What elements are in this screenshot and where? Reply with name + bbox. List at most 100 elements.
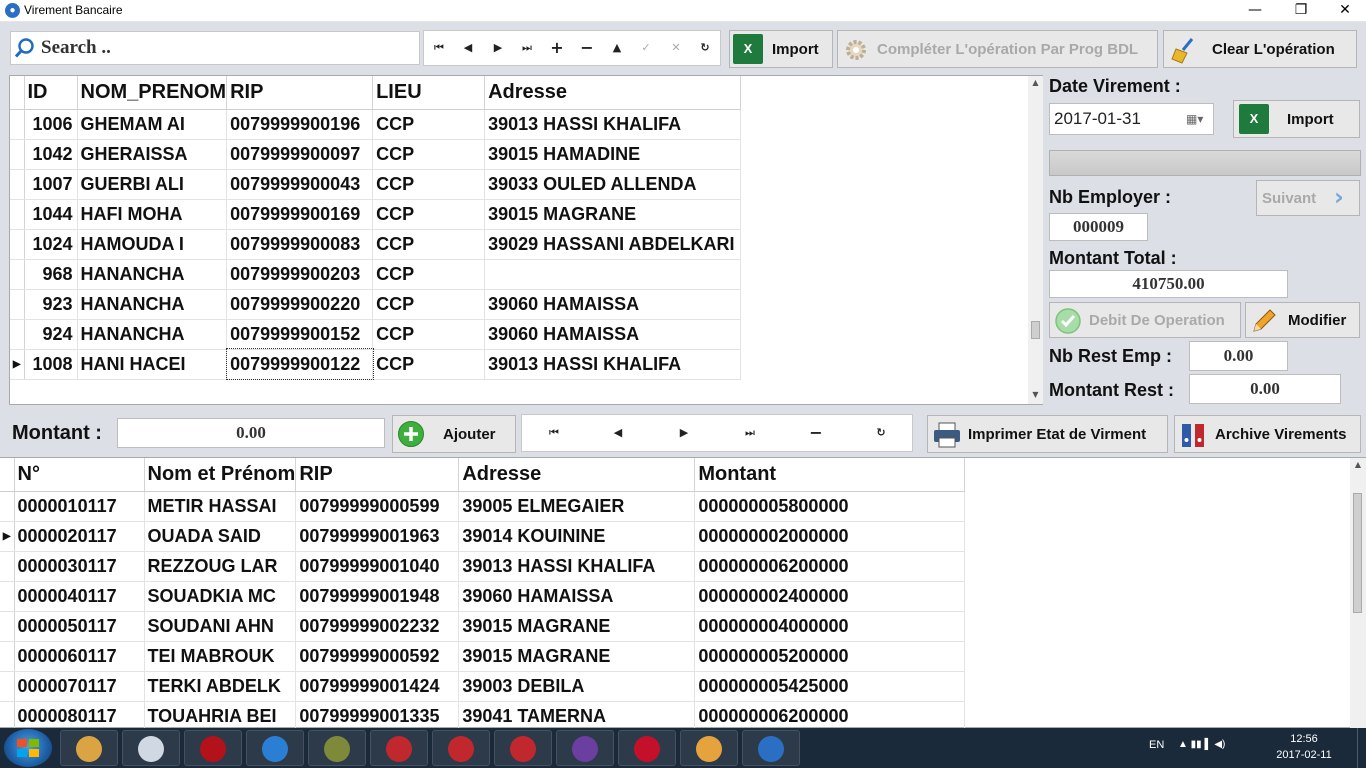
table-row[interactable]: 0000070117 TERKI ABDELK 00799999001424 3900… xyxy=(0,671,966,702)
calendar-icon[interactable]: ▦▾ xyxy=(1186,104,1203,134)
taskbar-app-paint[interactable] xyxy=(680,730,738,766)
cell-montant[interactable]: 000000004000000 xyxy=(694,611,966,642)
cell-rip[interactable]: 00799999001963 xyxy=(295,521,460,552)
cell-id[interactable]: 1008 xyxy=(24,349,78,380)
scroll-thumb[interactable] xyxy=(1031,321,1040,339)
row-header[interactable] xyxy=(0,611,15,642)
imprimer-button[interactable]: Imprimer Etat de Virment xyxy=(927,415,1168,453)
scroll-up-arrow[interactable]: ▲ xyxy=(1028,78,1043,87)
table-row[interactable]: 1024 HAMOUDA I 0079999900083 CCP 39029 HASSA… xyxy=(10,229,742,260)
table-row[interactable]: 1044 HAFI MOHA 0079999900169 CCP 39015 MAGRA… xyxy=(10,199,742,230)
cell-rip[interactable]: 0079999900169 xyxy=(226,199,374,230)
cell-adresse[interactable]: 39060 HAMAISSA xyxy=(484,289,742,320)
row-header[interactable]: ▶ xyxy=(10,349,25,380)
search-input[interactable] xyxy=(41,35,411,61)
scroll-thumb[interactable] xyxy=(1353,493,1362,613)
cell-rip[interactable]: 00799999000599 xyxy=(295,491,460,522)
column-header-rip[interactable]: RIP xyxy=(226,76,374,110)
row-header[interactable] xyxy=(0,491,15,522)
column-header-id[interactable]: ID xyxy=(24,76,78,110)
row-header[interactable] xyxy=(0,701,15,732)
taskbar-app-paint-tool[interactable] xyxy=(122,730,180,766)
montant-input[interactable]: 0.00 xyxy=(117,418,385,448)
close-button[interactable]: ✕ xyxy=(1322,0,1366,22)
delete-record-button[interactable]: − xyxy=(576,37,598,59)
cell-adresse[interactable]: 39013 HASSI KHALIFA xyxy=(484,349,742,380)
table-row[interactable]: 1006 GHEMAM AI 0079999900196 CCP 39013 HASSI… xyxy=(10,109,742,140)
row-header[interactable] xyxy=(0,641,15,672)
cell-id[interactable]: 1024 xyxy=(24,229,78,260)
cell-lieu[interactable]: CCP xyxy=(372,169,486,200)
cell-rip[interactable]: 0079999900196 xyxy=(226,109,374,140)
cell-id[interactable]: 1007 xyxy=(24,169,78,200)
cell-lieu[interactable]: CCP xyxy=(372,319,486,350)
employee-grid-scrollbar[interactable]: ▲ ▼ xyxy=(1028,76,1043,404)
cell-adresse[interactable]: 39015 MAGRANE xyxy=(458,641,696,672)
cell-montant[interactable]: 000000005425000 xyxy=(694,671,966,702)
table-row[interactable]: 0000080117 TOUAHRIA BEI 00799999001335 3904… xyxy=(0,701,966,732)
taskbar-app-internet-explorer[interactable] xyxy=(246,730,304,766)
cell-adresse[interactable]: 39003 DEBILA xyxy=(458,671,696,702)
complete-operation-button[interactable]: Compléter L'opération Par Prog BDL xyxy=(837,30,1158,68)
next-record-button[interactable]: ▶ xyxy=(487,37,509,59)
cell-n[interactable]: 0000040117 xyxy=(14,581,145,612)
add-record-button[interactable]: + xyxy=(546,37,568,59)
row-header[interactable] xyxy=(0,671,15,702)
cell-adresse[interactable]: 39015 HAMADINE xyxy=(484,139,742,170)
cell-adresse[interactable]: 39014 KOUININE xyxy=(458,521,696,552)
date-virement-picker[interactable]: 2017-01-31 ▦▾ xyxy=(1049,103,1214,135)
cell-rip[interactable]: 00799999001424 xyxy=(295,671,460,702)
cell-nom[interactable]: HANI HACEI xyxy=(77,349,228,380)
cell-montant[interactable]: 000000002400000 xyxy=(694,581,966,612)
cell-montant[interactable]: 000000005200000 xyxy=(694,641,966,672)
cell-lieu[interactable]: CCP xyxy=(372,139,486,170)
table-row[interactable]: 968 HANANCHA 0079999900203 CCP xyxy=(10,259,742,290)
taskbar-app-bank-app-2[interactable] xyxy=(432,730,490,766)
table-row[interactable]: 0000010117 METIR HASSAI 00799999000599 3900… xyxy=(0,491,966,522)
row-header[interactable] xyxy=(0,581,15,612)
cell-rip[interactable]: 0079999900122 xyxy=(225,348,374,380)
column-header-rip[interactable]: RIP xyxy=(295,458,460,492)
cell-nom[interactable]: OUADA SAID xyxy=(144,521,297,552)
cell-n[interactable]: 0000070117 xyxy=(14,671,145,702)
table-row[interactable]: 0000040117 SOUADKIA MC 00799999001948 39060… xyxy=(0,581,966,612)
scroll-up-arrow[interactable]: ▲ xyxy=(1350,460,1366,469)
row-header[interactable]: ▶ xyxy=(0,521,15,552)
cell-nom[interactable]: HANANCHA xyxy=(77,319,228,350)
taskbar-app-virement-app[interactable] xyxy=(742,730,800,766)
archive-button[interactable]: Archive Virements xyxy=(1174,415,1361,453)
cell-id[interactable]: 923 xyxy=(24,289,78,320)
cell-n[interactable]: 0000060117 xyxy=(14,641,145,672)
cell-rip[interactable]: 00799999001040 xyxy=(295,551,460,582)
cell-nom[interactable]: TOUAHRIA BEI xyxy=(144,701,297,732)
import-button[interactable]: X Import xyxy=(729,30,833,68)
row-header[interactable] xyxy=(10,319,25,350)
ajouter-button[interactable]: Ajouter xyxy=(392,415,516,453)
table-row[interactable]: 923 HANANCHA 0079999900220 CCP 39060 HAMAISS… xyxy=(10,289,742,320)
table-row[interactable]: ▶ 0000020117 OUADA SAID 00799999001963 39014… xyxy=(0,521,966,552)
cell-nom[interactable]: HANANCHA xyxy=(77,259,228,290)
cell-adresse[interactable]: 39005 ELMEGAIER xyxy=(458,491,696,522)
cell-id[interactable]: 1042 xyxy=(24,139,78,170)
cell-lieu[interactable]: CCP xyxy=(372,109,486,140)
debit-operation-button[interactable]: Debit De Operation xyxy=(1049,302,1241,338)
cell-adresse[interactable]: 39033 OULED ALLENDA xyxy=(484,169,742,200)
taskbar-app-rx-app[interactable] xyxy=(494,730,552,766)
search-box[interactable] xyxy=(10,31,420,65)
prev-record-button[interactable]: ◀ xyxy=(457,37,479,59)
cell-lieu[interactable]: CCP xyxy=(372,289,486,320)
table-row[interactable]: 0000030117 REZZOUG LAR 00799999001040 39013… xyxy=(0,551,966,582)
taskbar-app-explorer[interactable] xyxy=(60,730,118,766)
cell-adresse[interactable]: 39029 HASSANI ABDELKARI xyxy=(484,229,742,260)
cell-montant[interactable]: 000000006200000 xyxy=(694,701,966,732)
taskbar-app-tools[interactable] xyxy=(308,730,366,766)
cell-rip[interactable]: 0079999900220 xyxy=(226,289,374,320)
cell-nom[interactable]: TERKI ABDELK xyxy=(144,671,297,702)
cell-nom[interactable]: GHERAISSA xyxy=(77,139,228,170)
column-header-adresse[interactable]: Adresse xyxy=(458,458,696,492)
cell-adresse[interactable]: 39015 MAGRANE xyxy=(484,199,742,230)
taskbar-app-bank-app[interactable] xyxy=(370,730,428,766)
row-header[interactable] xyxy=(10,139,25,170)
cell-lieu[interactable]: CCP xyxy=(372,199,486,230)
table-row[interactable]: 924 HANANCHA 0079999900152 CCP 39060 HAMAISS… xyxy=(10,319,742,350)
